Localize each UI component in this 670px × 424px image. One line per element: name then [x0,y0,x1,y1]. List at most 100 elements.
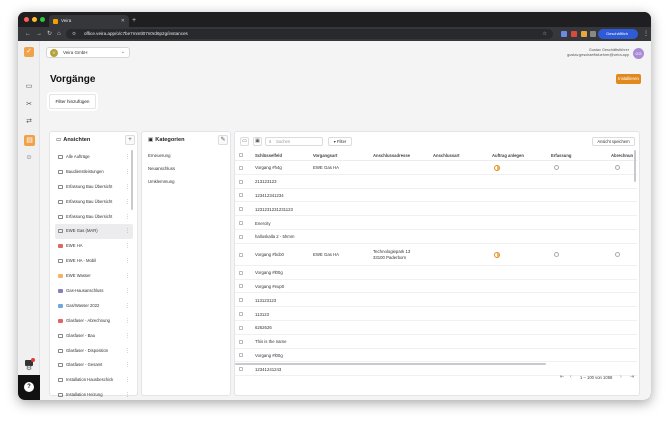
column-header[interactable]: Anschlussart [433,153,460,158]
row-checkbox[interactable] [239,207,243,212]
row-checkbox[interactable] [239,284,243,289]
column-header[interactable]: Schlüsselfeld [255,153,282,158]
next-page-icon[interactable]: › [620,374,622,380]
view-item[interactable]: Glasfaser - Gesamt ⋮ [55,358,133,373]
table-row[interactable]: 123412341234 [235,189,637,203]
view-menu-icon[interactable]: ⋮ [125,329,130,344]
view-menu-icon[interactable]: ⋮ [125,210,130,225]
filter-button[interactable]: ▾ Filter [328,137,352,146]
row-checkbox[interactable] [239,193,243,198]
view-menu-icon[interactable]: ⋮ [125,254,130,269]
view-item[interactable]: EWE Gas (MAR) ⋮ [55,224,133,240]
site-info-icon[interactable]: ⚙ [72,29,76,39]
close-tab-icon[interactable]: ✕ [121,15,125,27]
veira-logo-icon[interactable]: ✓ [24,47,34,57]
install-button[interactable]: Installieren [616,74,641,84]
processes-icon[interactable]: ▤ [24,135,35,146]
user-avatar[interactable]: GG [633,48,644,59]
column-header[interactable]: Auftrag anlegen [492,153,524,158]
row-checkbox[interactable] [239,325,243,330]
view-menu-icon[interactable]: ⋮ [125,388,130,400]
table-horizontal-scrollbar[interactable] [235,363,546,365]
add-filter-button[interactable]: Filter hinzufügen [49,94,96,109]
view-menu-icon[interactable]: ⋮ [125,239,130,254]
category-item[interactable]: Umklemmung [148,179,175,184]
view-item[interactable]: Installation Hausbeschick ⋮ [55,373,133,388]
tools-icon[interactable]: ✂ [25,101,33,109]
view-item[interactable]: Gas-Hausanschluss ⋮ [55,284,133,299]
row-checkbox[interactable] [239,221,243,226]
row-checkbox[interactable] [239,298,243,303]
table-row[interactable]: halloskalla 2 - 5hmm [235,230,637,244]
folder-icon[interactable]: ▭ [25,83,33,91]
organization-select[interactable]: V Veira GmbH ⌄ [46,47,130,58]
table-row[interactable]: Vorgang #h4g EWE Gas HA [235,161,637,175]
view-item[interactable]: EWE HA - Mobil ⋮ [55,254,133,269]
help-icon[interactable]: ? [24,382,34,392]
table-row[interactable]: This is the name [235,335,637,349]
back-icon[interactable]: ← [25,30,31,38]
add-view-button[interactable]: + [125,135,135,145]
table-row[interactable]: 113123 [235,307,637,321]
url-input[interactable]: ⚙ office.veira.app/o/c7be7mmtl07n0rd6p2g… [66,29,553,39]
view-menu-icon[interactable]: ⋮ [125,195,130,210]
table-row[interactable]: 1231231231231123 [235,202,637,217]
billing-status-icon[interactable] [615,252,620,258]
create-order-icon[interactable] [494,164,500,171]
row-checkbox[interactable] [239,165,243,170]
category-item[interactable]: Erneuerung [148,153,170,158]
capture-status-icon[interactable] [554,252,559,258]
column-header[interactable]: Erfassung [551,153,571,158]
home-icon[interactable]: ⌂ [57,30,61,38]
table-row[interactable]: 6262626 [235,321,637,335]
search-input[interactable]: ⌕ Suchen [265,137,323,146]
forward-icon[interactable]: → [36,30,42,38]
row-checkbox[interactable] [239,353,243,358]
view-menu-icon[interactable]: ⋮ [125,314,130,329]
views-scrollbar[interactable] [131,150,133,210]
create-order-icon[interactable] [494,251,500,258]
view-item[interactable]: Erfassung Bau Übersicht ⋮ [55,180,133,195]
select-all-checkbox[interactable] [239,153,243,157]
extension-icon[interactable] [581,31,587,37]
view-menu-icon[interactable]: ⋮ [125,344,130,359]
billing-status-icon[interactable] [615,165,620,171]
view-menu-icon[interactable]: ⋮ [125,165,130,180]
view-item[interactable]: Alle Aufträge ⋮ [55,150,133,165]
view-menu-icon[interactable]: ⋮ [125,373,130,388]
capture-status-icon[interactable] [554,165,559,171]
view-menu-icon[interactable]: ⋮ [125,150,130,165]
view-item[interactable]: Baudienstleistungen ⋮ [55,165,133,180]
column-header[interactable]: Anschlussadresse [373,153,410,158]
table-row[interactable]: Vorgang #l00g [235,266,637,280]
view-menu-icon[interactable]: ⋮ [125,284,130,299]
view-menu-icon[interactable]: ⋮ [125,299,130,314]
workflow-icon[interactable]: ⇄ [25,118,33,126]
view-item[interactable]: Glasfaser - Bau ⋮ [55,329,133,344]
view-menu-icon[interactable]: ⋮ [125,180,130,195]
close-window-button[interactable] [24,17,29,22]
previous-page-icon[interactable]: ‹ [570,374,572,380]
category-toggle-icon[interactable]: ▣ [253,137,262,146]
view-item[interactable]: EWE Wasser ⋮ [55,269,133,284]
table-row[interactable]: Vorgang #eup0 [235,280,637,294]
table-row[interactable]: Vorgang #l00g [235,349,637,363]
extensions-puzzle-icon[interactable] [590,31,596,37]
table-row[interactable]: Enercity [235,216,637,230]
profile-button[interactable]: Geschäftlich [598,29,638,39]
extension-icon[interactable] [561,31,567,37]
settings-gear-icon[interactable]: ⚙ [25,365,33,373]
folder-toggle-icon[interactable]: ▭ [240,137,249,146]
view-item[interactable]: Gas/Wasser 2022 ⋮ [55,299,133,314]
minimize-window-button[interactable] [32,17,37,22]
new-tab-icon[interactable]: + [132,15,136,27]
reload-icon[interactable]: ↻ [47,30,52,38]
table-vertical-scrollbar[interactable] [634,150,636,182]
row-checkbox[interactable] [239,234,243,239]
view-item[interactable]: Glasfaser - Abrechnung ⋮ [55,314,133,329]
last-page-icon[interactable]: ⇥ [630,374,634,380]
bookmark-star-icon[interactable]: ☆ [543,29,547,39]
row-checkbox[interactable] [239,339,243,344]
view-item[interactable]: Installation Heizung ⋮ [55,388,133,400]
edit-categories-icon[interactable]: ✎ [218,135,228,145]
